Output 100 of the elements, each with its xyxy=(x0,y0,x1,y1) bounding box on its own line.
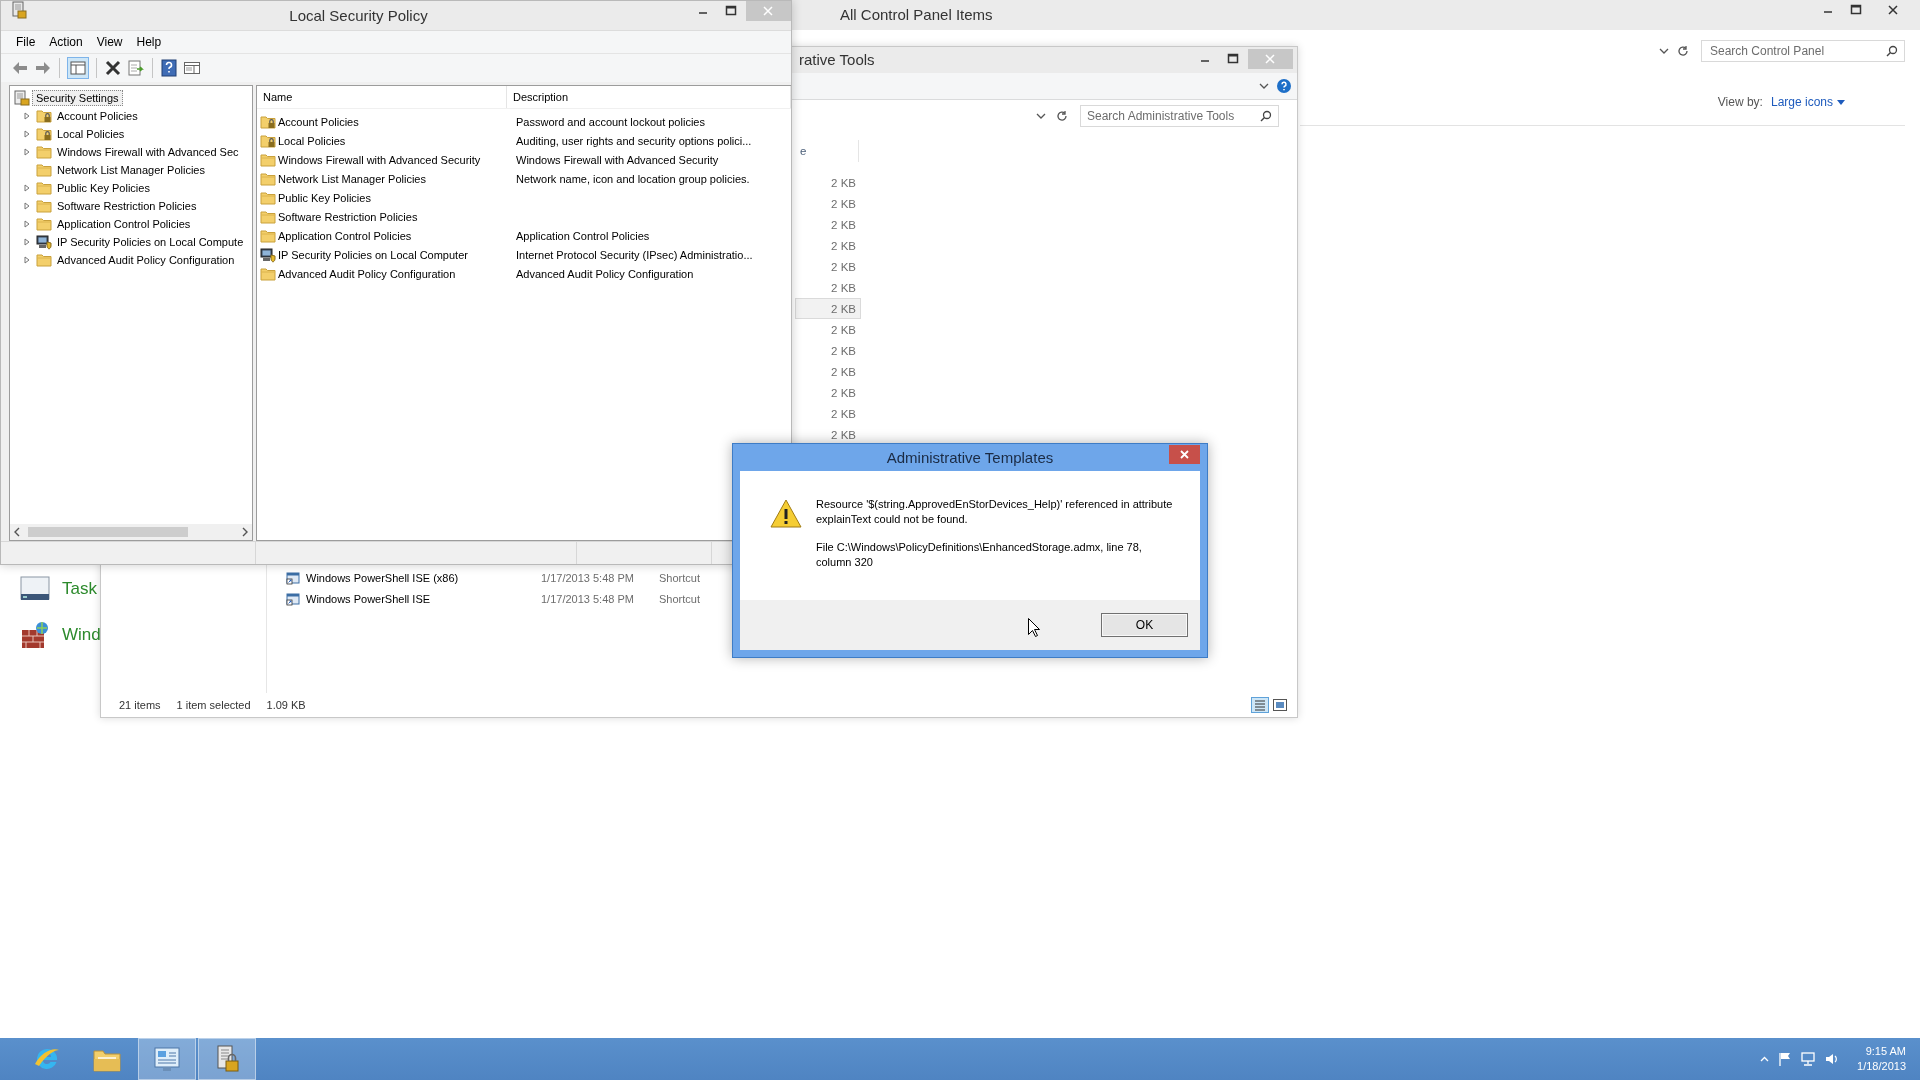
file-row[interactable]: 2 KB xyxy=(795,172,861,193)
policy-name[interactable]: Software Restriction Policies xyxy=(278,210,418,223)
tree-item[interactable]: Windows Firewall with Advanced Sec xyxy=(54,145,242,159)
folder-icon xyxy=(36,162,52,178)
file-row[interactable]: 2 KB xyxy=(795,319,861,340)
file-row[interactable]: 2 KB xyxy=(795,235,861,256)
policy-name[interactable]: Application Control Policies xyxy=(278,229,412,242)
tree-item[interactable]: Security Settings xyxy=(32,90,123,106)
file-size: 2 KB xyxy=(830,365,856,378)
refresh-icon[interactable] xyxy=(1677,45,1689,57)
file-size: 2 KB xyxy=(830,218,856,231)
delete-icon[interactable] xyxy=(104,59,122,77)
properties-pane-icon[interactable] xyxy=(183,59,201,77)
taskbar-button[interactable] xyxy=(138,1038,196,1080)
column-header[interactable]: Name xyxy=(257,86,507,108)
policy-name[interactable]: Network List Manager Policies xyxy=(278,172,426,185)
search-icon[interactable] xyxy=(1886,45,1898,57)
file-row[interactable]: 2 KB xyxy=(795,277,861,298)
policy-name[interactable]: IP Security Policies on Local Computer xyxy=(278,248,468,261)
tree-item[interactable]: Public Key Policies xyxy=(54,181,153,195)
file-row[interactable]: 2 KB xyxy=(795,214,861,235)
expand-arrow-icon[interactable] xyxy=(24,202,30,210)
policy-name[interactable]: Account Policies xyxy=(278,115,359,128)
forward-arrow-icon[interactable] xyxy=(34,59,52,77)
expand-arrow-icon[interactable] xyxy=(24,256,30,264)
folder-icon xyxy=(260,170,276,187)
file-row[interactable]: 2 KB xyxy=(795,298,861,319)
file-row[interactable]: 2 KB xyxy=(795,193,861,214)
view-mode-dropdown[interactable]: Large icons xyxy=(1770,95,1845,109)
file-type: Shortcut xyxy=(659,592,701,605)
file-row[interactable]: 2 KB xyxy=(795,340,861,361)
computer-icon xyxy=(36,234,52,250)
scroll-right-icon[interactable] xyxy=(240,527,250,537)
speaker-icon[interactable] xyxy=(1825,1052,1840,1066)
search-input[interactable]: Search Administrative Tools xyxy=(1087,107,1260,125)
expand-arrow-icon[interactable] xyxy=(24,220,30,228)
folder-icon xyxy=(260,265,276,282)
network-icon[interactable] xyxy=(1801,1052,1816,1066)
tree-item[interactable]: Advanced Audit Policy Configuration xyxy=(54,253,238,267)
chevron-down-icon[interactable] xyxy=(1036,112,1046,120)
file-size: 2 KB xyxy=(830,323,856,336)
expand-arrow-icon[interactable] xyxy=(24,148,30,156)
expand-arrow-icon[interactable] xyxy=(24,184,30,192)
ok-button[interactable]: OK xyxy=(1101,613,1188,637)
policy-name[interactable]: Advanced Audit Policy Configuration xyxy=(278,267,456,280)
file-row[interactable]: 2 KB xyxy=(795,403,861,424)
tree-item[interactable]: Network List Manager Policies xyxy=(54,163,208,177)
file-size: 2 KB xyxy=(830,407,856,420)
tree-item[interactable]: Account Policies xyxy=(54,109,141,123)
tree-pane-toggle-icon[interactable] xyxy=(67,57,89,79)
expand-arrow-icon[interactable] xyxy=(24,238,30,246)
column-header[interactable]: Description xyxy=(507,86,791,108)
taskbar-button[interactable] xyxy=(198,1038,256,1080)
file-name[interactable]: Windows PowerShell ISE (x86) xyxy=(306,571,459,584)
help-icon[interactable] xyxy=(160,59,178,77)
policy-name[interactable]: Windows Firewall with Advanced Security xyxy=(278,153,481,166)
file-row[interactable]: 2 KB xyxy=(795,424,861,445)
file-size: 2 KB xyxy=(830,281,856,294)
search-field[interactable]: Search Control Panel xyxy=(1701,40,1905,62)
control-panel-item[interactable]: Task xyxy=(62,579,97,599)
scroll-left-icon[interactable] xyxy=(12,527,22,537)
refresh-icon[interactable] xyxy=(1056,110,1068,122)
brick-wall-icon[interactable] xyxy=(20,620,50,650)
search-input[interactable]: Search Control Panel xyxy=(1708,43,1886,59)
menu-item[interactable]: View xyxy=(89,33,130,51)
tree-item[interactable]: Software Restriction Policies xyxy=(54,199,200,213)
menu-item[interactable]: Help xyxy=(129,33,169,51)
scrollbar-thumb[interactable] xyxy=(28,527,188,537)
column-header[interactable]: e xyxy=(795,140,860,162)
file-row[interactable]: 2 KB xyxy=(795,361,861,382)
help-icon[interactable] xyxy=(1277,79,1291,93)
expand-arrow-icon[interactable] xyxy=(24,130,30,138)
close-button[interactable] xyxy=(1169,445,1200,464)
expand-arrow-icon[interactable] xyxy=(24,112,30,120)
export-list-icon[interactable] xyxy=(127,59,145,77)
file-row[interactable]: 2 KB xyxy=(795,256,861,277)
file-name[interactable]: Windows PowerShell ISE xyxy=(306,592,431,605)
search-icon[interactable] xyxy=(1260,110,1272,122)
control-panel-item[interactable]: Wind xyxy=(62,625,101,645)
menu-item[interactable]: Action xyxy=(42,33,90,51)
folder-icon xyxy=(260,208,276,225)
policy-name[interactable]: Public Key Policies xyxy=(278,191,371,204)
expand-ribbon-icon[interactable] xyxy=(1259,82,1269,90)
clock-date[interactable]: 1/18/2013 xyxy=(1857,1059,1906,1074)
large-icons-view-icon[interactable] xyxy=(1273,699,1287,711)
show-hidden-icons-icon[interactable] xyxy=(1760,1056,1770,1062)
tree-item[interactable]: Application Control Policies xyxy=(54,217,194,231)
computer-icon xyxy=(260,246,276,263)
tree-item[interactable]: IP Security Policies on Local Compute xyxy=(54,235,247,249)
policy-description: Application Control Policies xyxy=(515,229,651,242)
flag-icon[interactable] xyxy=(1779,1052,1792,1066)
chevron-down-icon[interactable] xyxy=(1659,47,1669,55)
file-row[interactable]: 2 KB xyxy=(795,382,861,403)
selection-count: 1 item selected xyxy=(176,699,251,711)
clock-time[interactable]: 9:15 AM xyxy=(1865,1044,1906,1059)
tree-item[interactable]: Local Policies xyxy=(54,127,128,141)
search-field[interactable]: Search Administrative Tools xyxy=(1080,105,1279,127)
policy-name[interactable]: Local Policies xyxy=(278,134,346,147)
menu-item[interactable]: File xyxy=(9,33,43,51)
taskbar-icon[interactable] xyxy=(20,576,50,602)
